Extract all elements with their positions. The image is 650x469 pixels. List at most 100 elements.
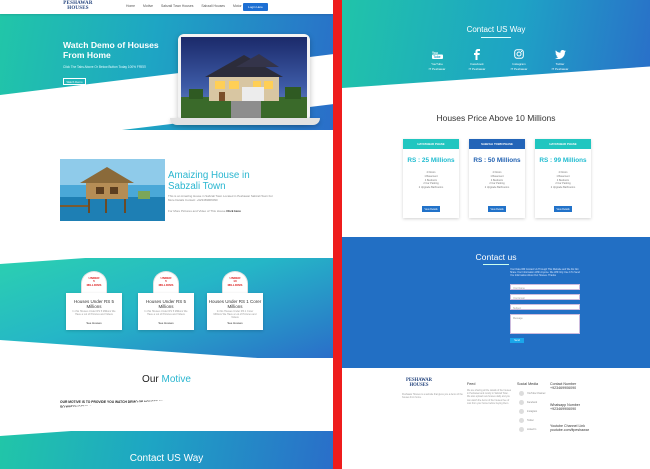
social-name: Instagram bbox=[512, 62, 526, 66]
amazing-house-text: This is an Amazing House in Sabzali Town… bbox=[168, 194, 273, 202]
footer-feed-text: We are sharing all the details of the ho… bbox=[467, 390, 512, 405]
social-handle: IT Peshawar bbox=[510, 67, 528, 71]
email-field[interactable]: Your Email bbox=[510, 294, 580, 300]
nav-link-motor[interactable]: Motor bbox=[233, 4, 242, 8]
right-page-panel: Contact US Way You Tube YouTube IT Peshaw… bbox=[342, 0, 650, 469]
feature-list: 4 Floors 1 Basement 4 Bedroom 2 Car Park… bbox=[535, 171, 591, 190]
footer-social-label: Twitter bbox=[527, 419, 534, 422]
house-card: Houses Under RS 1 Corer Millions In this… bbox=[207, 293, 263, 330]
send-button[interactable]: Send bbox=[510, 338, 524, 343]
contact-way-title: Contact US Way bbox=[129, 453, 204, 464]
social-name: Twitter bbox=[555, 62, 565, 66]
name-field[interactable]: Your Name bbox=[510, 284, 580, 290]
view-details-button[interactable]: View Details bbox=[554, 206, 572, 212]
footer-social-title: Social Media bbox=[517, 382, 539, 386]
svg-text:Tube: Tube bbox=[433, 55, 441, 59]
footer-social-item[interactable]: Facebook bbox=[519, 400, 537, 405]
price-card-header: HAYATABAD PHASE bbox=[403, 139, 459, 149]
badge-line: MILLIONS bbox=[227, 282, 243, 287]
see-houses-button[interactable]: See Houses bbox=[138, 321, 194, 325]
site-logo[interactable]: PESHAWAR HOUSES bbox=[63, 1, 93, 11]
whatsapp-value[interactable]: +923469906090 bbox=[550, 407, 580, 411]
subject-field[interactable]: Subject bbox=[510, 304, 580, 310]
nav-link-sabzali-town-houses[interactable]: Sabzali Town Houses bbox=[161, 4, 193, 8]
message-field[interactable]: Message bbox=[510, 314, 580, 334]
red-divider bbox=[333, 0, 342, 469]
top-navbar: PESHAWAR HOUSES Home Motive Sabzali Town… bbox=[0, 0, 333, 14]
facebook-icon bbox=[457, 48, 497, 60]
youtube-link-block: Youtube Channel Link youtube.com/itpesha… bbox=[550, 424, 589, 432]
social-handle: IT Peshawar bbox=[468, 67, 486, 71]
contact-number-block: Contact Number +923469906090 bbox=[550, 382, 576, 390]
social-youtube[interactable]: You Tube YouTube IT Peshawar bbox=[417, 48, 457, 72]
social-facebook[interactable]: Facebook IT Peshawar bbox=[457, 48, 497, 71]
left-page-panel: PESHAWAR HOUSES Home Motive Sabzali Town… bbox=[0, 0, 333, 469]
youtube-link-value[interactable]: youtube.com/itpeshawar bbox=[550, 428, 589, 432]
watch-demo-button[interactable]: Watch Demo bbox=[63, 78, 86, 85]
card-desc: In this Houses Under RS 5 Millions We Ha… bbox=[72, 310, 116, 316]
social-name: YouTube bbox=[431, 62, 443, 66]
hero-subtitle: Click The Tabs Above Or Below Button Tod… bbox=[63, 65, 147, 69]
footer-social-item[interactable]: Instagram bbox=[519, 409, 537, 414]
feature-item: 2 Upgrade Bathrooms bbox=[484, 186, 510, 190]
card-title: Houses Under RS 5 Millions bbox=[145, 299, 187, 309]
sabzali-house-photo[interactable] bbox=[60, 159, 165, 221]
see-houses-button[interactable]: See Houses bbox=[207, 321, 263, 325]
link-prefix: For More Pictures and Video of This Hous… bbox=[168, 209, 226, 213]
footer-social-label: Facebook bbox=[527, 401, 538, 404]
feature-item: 2 Upgrade Bathrooms bbox=[418, 186, 444, 190]
motive-title-plain: Our bbox=[142, 374, 162, 385]
motive-title-accent: Motive bbox=[161, 374, 191, 385]
price-section-title: Houses Price Above 10 Millions bbox=[436, 113, 556, 123]
footer-feed-title: Feed bbox=[467, 382, 476, 386]
price-value: RS : 99 Millions bbox=[539, 157, 587, 164]
footer-social-label: Instagram bbox=[527, 410, 538, 413]
view-details-button[interactable]: View Details bbox=[488, 206, 506, 212]
footer-logo[interactable]: PESHAWAR HOUSES bbox=[404, 378, 434, 388]
twitter-icon bbox=[519, 418, 524, 423]
card-title: Houses Under RS 1 Corer Millions bbox=[208, 299, 262, 309]
price-value: RS : 25 Millions bbox=[407, 157, 455, 164]
social-instagram[interactable]: Instagram IT Peshawar bbox=[499, 48, 539, 71]
house-card: Houses Under RS 5 Millions In this House… bbox=[66, 293, 122, 330]
youtube-icon bbox=[519, 391, 524, 396]
footer-social-label: Linked In bbox=[527, 428, 537, 431]
card-desc: In this Houses Under RS 1 Corer Millions… bbox=[213, 310, 257, 319]
hero-title: Watch Demo of Houses From Home bbox=[63, 40, 159, 60]
contact-form-title: Contact us bbox=[475, 252, 517, 262]
youtube-icon: You Tube bbox=[417, 48, 457, 60]
view-details-button[interactable]: View Details bbox=[422, 206, 440, 212]
nav-link-home[interactable]: Home bbox=[126, 4, 135, 8]
feature-list: 4 Floors 1 Basement 4 Bedroom 2 Car Park… bbox=[469, 171, 525, 190]
login-button[interactable]: Login Here bbox=[243, 3, 268, 11]
badge-line: MILLIONS bbox=[158, 282, 174, 287]
amazing-house-link-row: For More Pictures and Video of This Hous… bbox=[168, 209, 241, 213]
logo-line-2: HOUSES bbox=[67, 5, 89, 11]
motive-title: Our Motive bbox=[0, 374, 333, 385]
price-card: HAYATABAD PHASE RS : 99 Millions 4 Floor… bbox=[535, 139, 591, 218]
footer-social-item[interactable]: Twitter bbox=[519, 418, 534, 423]
nav-link-sabzali-houses[interactable]: Sabzali Houses bbox=[201, 4, 225, 8]
linkedin-icon bbox=[519, 427, 524, 432]
contact-number-value[interactable]: +923469906090 bbox=[550, 386, 576, 390]
contact-way-heading: Contact US Way bbox=[466, 25, 526, 34]
see-houses-button[interactable]: See Houses bbox=[66, 321, 122, 325]
instagram-icon bbox=[499, 48, 539, 60]
facebook-icon bbox=[519, 400, 524, 405]
price-card-header: SABZALI TOWN PHASE bbox=[469, 139, 525, 149]
feature-item: 2 Upgrade Bathrooms bbox=[550, 186, 576, 190]
click-here-link[interactable]: Click Here bbox=[226, 209, 241, 213]
footer-social-item[interactable]: YouTube Channel bbox=[519, 391, 545, 396]
house-photo bbox=[181, 37, 307, 119]
contact-way-angle bbox=[0, 388, 333, 436]
laptop-base bbox=[170, 118, 320, 125]
nav-link-motive[interactable]: Motive bbox=[143, 4, 153, 8]
footer-social-item[interactable]: Linked In bbox=[519, 427, 536, 432]
contact-form-desc: Your Data Will Contact Us Through This W… bbox=[510, 268, 580, 278]
band-top-angle bbox=[0, 214, 333, 264]
social-twitter[interactable]: Twitter IT Peshawar bbox=[540, 48, 580, 71]
logo-line-2: HOUSES bbox=[409, 382, 429, 388]
price-card-header: HAYATABAD PHASE bbox=[535, 139, 591, 149]
social-name: Facebook bbox=[470, 62, 484, 66]
laptop-image bbox=[170, 34, 322, 126]
